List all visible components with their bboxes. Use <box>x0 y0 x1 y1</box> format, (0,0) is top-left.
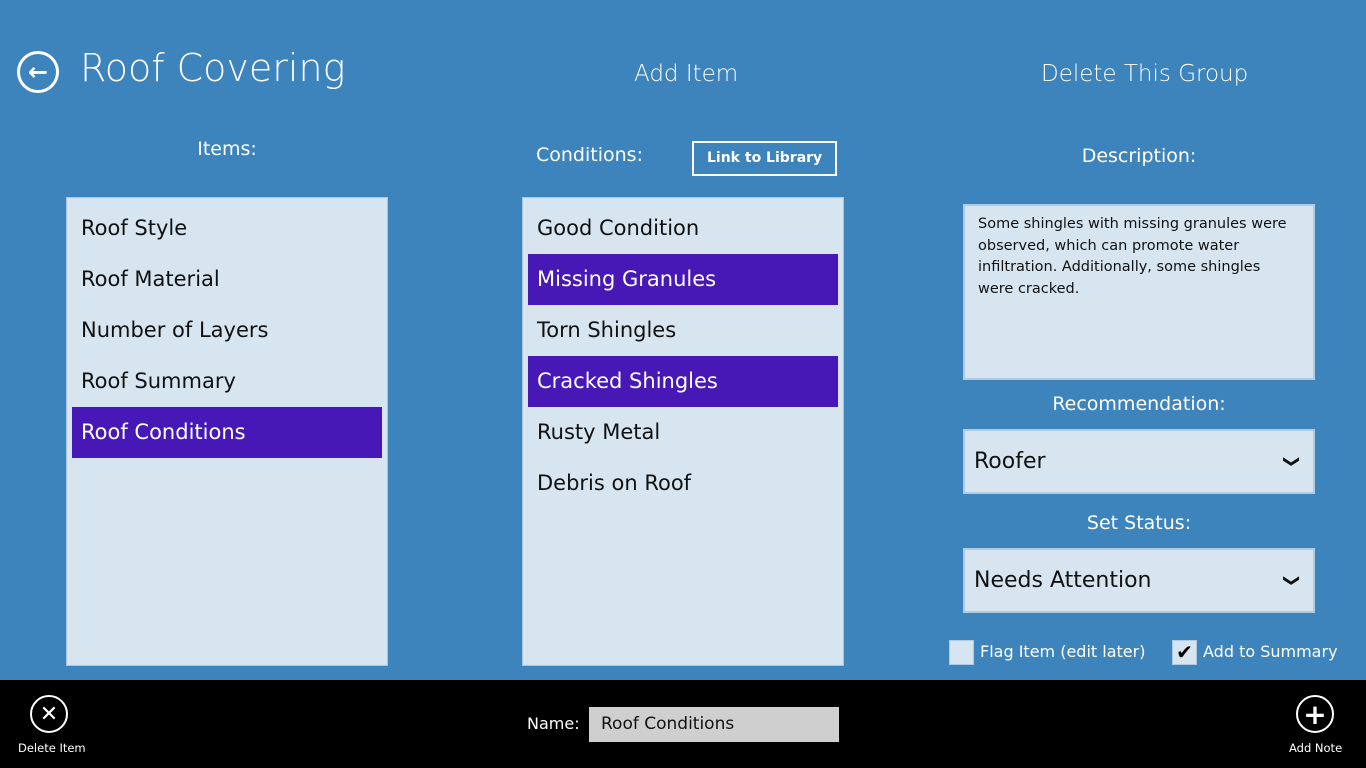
list-item[interactable]: Missing Granules <box>528 254 838 305</box>
add-note-label: Add Note <box>1289 741 1342 755</box>
description-label: Description: <box>964 145 1314 167</box>
list-item[interactable]: Rusty Metal <box>528 407 838 458</box>
link-to-library-button[interactable]: Link to Library <box>692 141 837 176</box>
chevron-down-icon: ❯ <box>1283 455 1302 468</box>
back-button[interactable]: ← <box>17 51 59 93</box>
list-item[interactable]: Good Condition <box>528 203 838 254</box>
delete-item-label: Delete Item <box>18 741 86 755</box>
plus-icon: + <box>1303 698 1326 731</box>
conditions-label: Conditions: <box>536 144 643 166</box>
recommendation-value: Roofer <box>974 449 1046 474</box>
recommendation-label: Recommendation: <box>964 393 1314 415</box>
list-item[interactable]: Number of Layers <box>72 305 382 356</box>
conditions-list: Good ConditionMissing GranulesTorn Shing… <box>522 197 844 666</box>
checkmark-icon: ✔ <box>1176 640 1193 664</box>
name-input[interactable]: Roof Conditions <box>589 707 839 742</box>
add-to-summary-label: Add to Summary <box>1203 642 1338 661</box>
flag-item-label: Flag Item (edit later) <box>980 642 1145 661</box>
status-select[interactable]: Needs Attention ❯ <box>963 548 1315 613</box>
flag-item-checkbox[interactable] <box>949 640 974 665</box>
list-item[interactable]: Roof Material <box>72 254 382 305</box>
items-list: Roof StyleRoof MaterialNumber of LayersR… <box>66 197 388 666</box>
list-item[interactable]: Roof Style <box>72 203 382 254</box>
arrow-left-icon: ← <box>28 58 48 86</box>
list-item[interactable]: Torn Shingles <box>528 305 838 356</box>
page-title: Roof Covering <box>80 46 345 90</box>
status-label: Set Status: <box>964 512 1314 534</box>
close-icon: ✕ <box>40 702 58 727</box>
list-item[interactable]: Debris on Roof <box>528 458 838 509</box>
description-textarea[interactable]: Some shingles with missing granules were… <box>963 204 1315 380</box>
recommendation-select[interactable]: Roofer ❯ <box>963 429 1315 494</box>
add-item-button[interactable]: Add Item <box>634 61 738 87</box>
delete-group-button[interactable]: Delete This Group <box>1041 61 1248 87</box>
chevron-down-icon: ❯ <box>1283 574 1302 587</box>
app-bar: ✕ Delete Item Name: Roof Conditions + Ad… <box>0 680 1366 768</box>
list-item[interactable]: Cracked Shingles <box>528 356 838 407</box>
name-label: Name: <box>527 714 580 733</box>
status-value: Needs Attention <box>974 568 1151 593</box>
items-label: Items: <box>66 138 388 160</box>
add-note-button[interactable]: + <box>1296 695 1334 733</box>
list-item[interactable]: Roof Summary <box>72 356 382 407</box>
delete-item-button[interactable]: ✕ <box>30 695 68 733</box>
list-item[interactable]: Roof Conditions <box>72 407 382 458</box>
add-to-summary-checkbox[interactable]: ✔ <box>1172 640 1197 665</box>
